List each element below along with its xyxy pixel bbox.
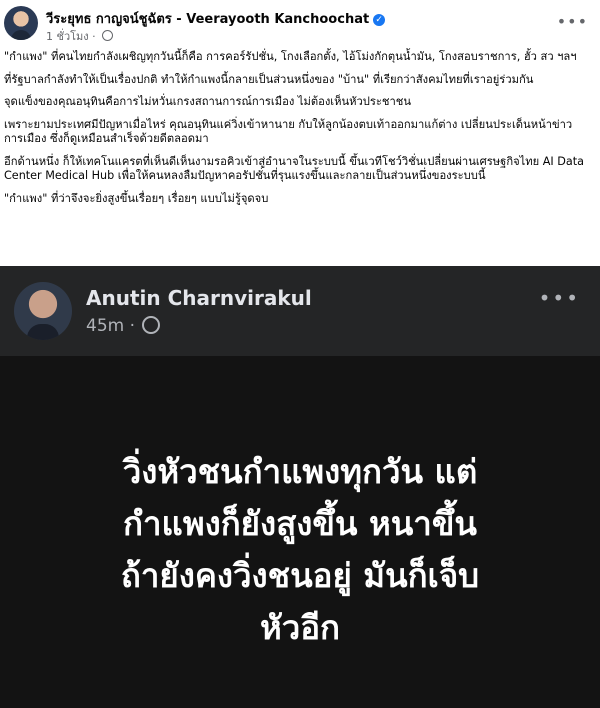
post-paragraph: เพราะยามประเทศมีปัญหาเมื่อไหร่ คุณอนุทิน…	[4, 117, 573, 146]
post-header: วีระยุทธ กาญจน์ชูฉัตร - Veerayooth Kanch…	[0, 0, 600, 48]
post-paragraph: อีกด้านหนึ่ง ก็ให้เทคโนแครตที่เห็นดีเห็น…	[4, 154, 584, 183]
author-avatar[interactable]	[4, 6, 38, 40]
quote-line: กำแพงก็ยังสูงขึ้น หนาขึ้น	[123, 504, 477, 543]
screenshot-time: 45m	[86, 316, 125, 336]
screenshot-author-name: Anutin Charnvirakul	[86, 286, 312, 310]
post-body: "กำแพง" ที่คนไทยกำลังเผชิญทุกวันนี้ก็คือ…	[4, 50, 594, 214]
quote-line: วิ่งหัวชนกำแพงทุกวัน แต่	[122, 452, 478, 491]
verified-badge-icon: ✓	[373, 14, 386, 26]
shared-screenshot[interactable]: Anutin Charnvirakul 45m · ••• วิ่งหัวชนก…	[0, 266, 600, 708]
screenshot-avatar	[14, 282, 72, 340]
author-line: วีระยุทธ กาญจน์ชูฉัตร - Veerayooth Kanch…	[46, 8, 386, 29]
public-globe-icon	[102, 30, 114, 41]
screenshot-quote: วิ่งหัวชนกำแพงทุกวัน แต่ กำแพงก็ยังสูงขึ…	[0, 446, 600, 654]
screenshot-meta: 45m ·	[86, 316, 161, 336]
post-paragraph: ที่รัฐบาลกำลังทำให้เป็นเรื่องปกติ ทำให้ก…	[4, 72, 534, 86]
post-time[interactable]: 1 ชั่วโมง	[46, 30, 89, 43]
more-options-button[interactable]: •••	[557, 12, 588, 31]
post-paragraph: "กำแพง" ที่ว่าจึงจะยิ่งสูงขึ้นเรื่อยๆ เร…	[4, 191, 269, 205]
post-paragraph: "กำแพง" ที่คนไทยกำลังเผชิญทุกวันนี้ก็คือ…	[4, 50, 577, 63]
screenshot-meta-separator: ·	[129, 316, 136, 336]
quote-line: ถ้ายังคงวิ่งชนอยู่ มันก็เจ็บ	[120, 556, 480, 595]
post-paragraph: จุดแข็งของคุณอนุทินคือการไม่หวั่นเกรงสถา…	[4, 95, 412, 108]
screenshot-globe-icon	[142, 316, 161, 334]
author-name[interactable]: วีระยุทธ กาญจน์ชูฉัตร - Veerayooth Kanch…	[46, 12, 369, 27]
screenshot-more-icon: •••	[538, 286, 580, 310]
facebook-post: วีระยุทธ กาญจน์ชูฉัตร - Veerayooth Kanch…	[0, 0, 600, 708]
quote-line: หัวอีก	[259, 608, 341, 647]
screenshot-header: Anutin Charnvirakul 45m · •••	[0, 266, 600, 356]
post-meta: 1 ชั่วโมง ·	[46, 27, 114, 45]
meta-separator: ·	[92, 30, 96, 43]
